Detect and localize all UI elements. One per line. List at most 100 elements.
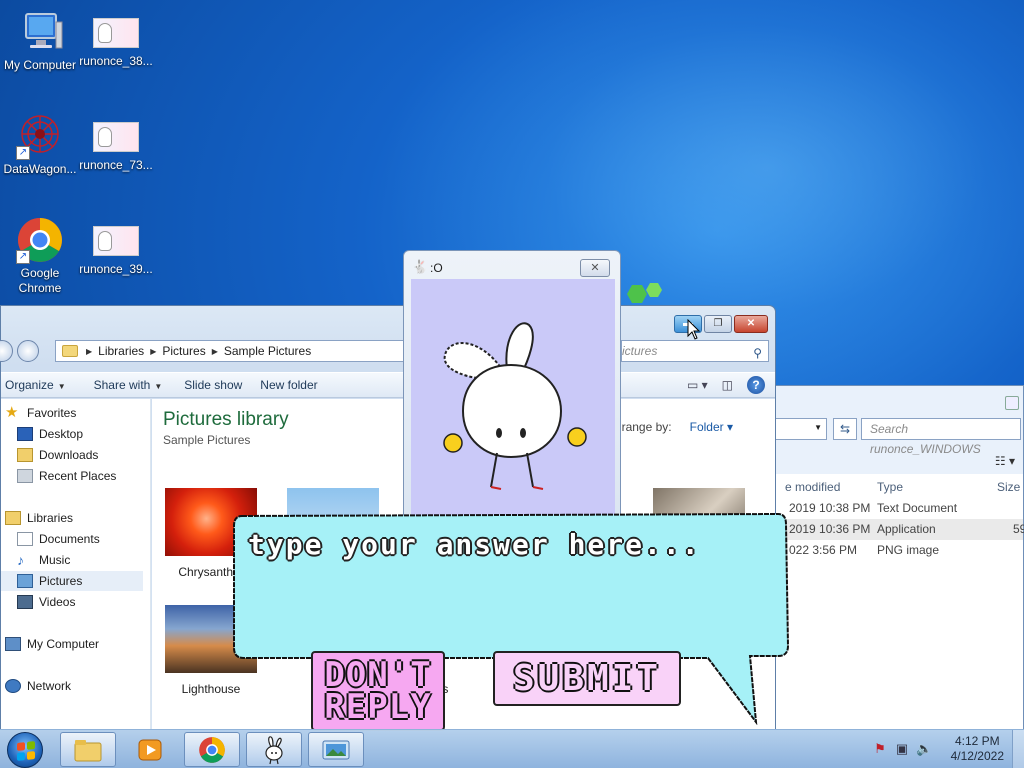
nav-label: Libraries xyxy=(27,511,74,525)
network-status-icon[interactable]: ▣ xyxy=(894,741,910,757)
library-subtitle: Sample Pictures xyxy=(163,433,251,447)
search-icon[interactable]: ⚲ xyxy=(753,343,762,363)
image-file-icon xyxy=(93,122,139,152)
desktop-icon-label: DataWagon... xyxy=(3,162,77,176)
column-header-size[interactable]: Size xyxy=(997,480,1020,494)
breadcrumb-libraries[interactable]: Libraries xyxy=(98,344,144,358)
refresh-icon[interactable]: ⇆ xyxy=(833,418,857,440)
dont-reply-button[interactable]: DON'T REPLY xyxy=(311,651,445,731)
cell-modified: 022 3:56 PM xyxy=(789,543,858,557)
breadcrumb-pictures[interactable]: Pictures xyxy=(162,344,205,358)
maximize-button[interactable]: ❐ xyxy=(704,315,732,333)
file-list: e modified Type Size 2019 10:38 PM Text … xyxy=(771,474,1024,729)
organize-label: Organize xyxy=(5,378,54,392)
bunny-app-window[interactable]: 🐇 :O ✕ xyxy=(403,250,621,530)
search-input[interactable]: Search runonce_WINDOWS xyxy=(861,418,1021,456)
desktop-icon-chrome[interactable]: ↗ Google Chrome xyxy=(0,216,80,296)
nav-label: Documents xyxy=(39,532,100,546)
documents-icon xyxy=(17,532,33,546)
clock[interactable]: 4:12 PM 4/12/2022 xyxy=(951,734,1004,764)
bunny-canvas xyxy=(411,279,615,529)
organize-button[interactable]: Organize ▼ xyxy=(1,378,80,392)
table-row[interactable]: 2019 10:36 PM Application 59 xyxy=(771,519,1024,540)
share-with-button[interactable]: Share with ▼ xyxy=(80,378,177,392)
folder-icon xyxy=(74,739,102,761)
breadcrumb-sample-pictures[interactable]: Sample Pictures xyxy=(224,344,311,358)
desktop-icon-runonce-39[interactable]: runonce_39... xyxy=(76,216,156,277)
mouse-cursor-icon xyxy=(687,319,701,340)
action-center-icon[interactable]: ⚑ xyxy=(872,741,888,757)
table-row[interactable]: 022 3:56 PM PNG image xyxy=(771,540,1023,561)
bunny-app-icon: 🐇 xyxy=(412,259,429,274)
taskbar-media-player-button[interactable] xyxy=(122,732,178,767)
help-icon[interactable]: ? xyxy=(747,376,765,394)
downloads-folder-icon xyxy=(17,448,33,462)
clock-time: 4:12 PM xyxy=(954,734,1000,748)
explorer-window-runonce[interactable]: ▼ ⇆ Search runonce_WINDOWS ☷ ▾ e modifie… xyxy=(770,385,1024,730)
change-view-icon[interactable]: ▭ ▾ xyxy=(687,378,708,392)
close-button[interactable]: ✕ xyxy=(734,315,768,333)
new-folder-button[interactable]: New folder xyxy=(256,378,331,392)
restore-icon[interactable] xyxy=(1005,396,1019,410)
recent-places-icon xyxy=(17,469,33,483)
volume-icon[interactable]: 🔈 xyxy=(916,741,932,757)
cell-modified: 2019 10:36 PM xyxy=(789,522,871,536)
desktop-icon-runonce-73[interactable]: runonce_73... xyxy=(76,112,156,173)
arrange-by-dropdown[interactable]: Folder ▾ xyxy=(690,420,733,434)
table-row[interactable]: 2019 10:38 PM Text Document xyxy=(771,498,1023,519)
start-button[interactable] xyxy=(7,732,43,768)
nav-videos[interactable]: Videos xyxy=(17,592,75,612)
preview-pane-icon[interactable]: ◫ xyxy=(722,378,733,392)
nav-label: Downloads xyxy=(39,448,99,462)
datawagon-icon: ↗ xyxy=(16,112,64,160)
taskbar-explorer-button[interactable] xyxy=(60,732,116,767)
desktop-icon-my-computer[interactable]: My Computer xyxy=(0,8,80,73)
chevron-down-icon[interactable]: ▼ xyxy=(814,423,822,432)
nav-music[interactable]: ♪ Music xyxy=(17,550,70,570)
answer-input[interactable]: type your answer here... xyxy=(248,528,748,561)
arrange-value: Folder xyxy=(689,420,724,434)
nav-network[interactable]: Network xyxy=(5,676,71,696)
shortcut-arrow-icon: ↗ xyxy=(16,146,30,160)
nav-recent-places[interactable]: Recent Places xyxy=(17,466,116,486)
bunny-character-icon xyxy=(443,322,587,490)
taskbar-bunny-app-button[interactable] xyxy=(246,732,302,767)
slide-show-button[interactable]: Slide show xyxy=(176,378,256,392)
nav-favorites[interactable]: ★ Favorites xyxy=(5,403,76,423)
nav-documents[interactable]: Documents xyxy=(17,529,100,549)
desktop-icon-label: runonce_73... xyxy=(79,158,153,172)
desktop-icon-runonce-38[interactable]: runonce_38... xyxy=(76,8,156,69)
address-bar-fragment[interactable]: ▼ xyxy=(771,418,827,440)
desktop-icon-datawagon[interactable]: ↗ DataWagon... xyxy=(0,112,80,177)
nav-desktop[interactable]: Desktop xyxy=(17,424,83,444)
image-file-icon xyxy=(93,18,139,48)
column-header-type[interactable]: Type xyxy=(877,480,903,494)
column-header-modified[interactable]: e modified xyxy=(785,480,840,494)
chevron-down-icon: ▼ xyxy=(57,382,66,391)
taskbar-chrome-button[interactable] xyxy=(184,732,240,767)
nav-my-computer[interactable]: My Computer xyxy=(5,634,99,654)
back-button[interactable] xyxy=(0,340,13,362)
media-player-icon xyxy=(138,739,162,760)
view-options-icon[interactable]: ☷ ▾ xyxy=(995,454,1015,468)
bunny-icon xyxy=(265,735,283,764)
forward-button[interactable] xyxy=(17,340,39,362)
chevron-right-icon: ▶ xyxy=(211,346,218,356)
desktop-icon-label: runonce_39... xyxy=(79,262,153,276)
show-desktop-button[interactable] xyxy=(1012,730,1024,768)
taskbar-photo-viewer-button[interactable] xyxy=(308,732,364,767)
close-button[interactable]: ✕ xyxy=(580,259,610,277)
nav-pictures[interactable]: Pictures xyxy=(1,571,143,591)
page-title: Pictures library xyxy=(163,409,289,430)
search-input[interactable]: ictures ⚲ xyxy=(621,340,769,362)
shortcut-arrow-icon: ↗ xyxy=(16,250,30,264)
nav-label: Favorites xyxy=(27,406,77,420)
nav-label: Desktop xyxy=(39,427,84,441)
music-icon: ♪ xyxy=(17,552,24,568)
nav-libraries[interactable]: Libraries xyxy=(5,508,73,528)
nav-downloads[interactable]: Downloads xyxy=(17,445,98,465)
cell-size: 59 xyxy=(1013,522,1024,536)
desktop-icon-label: runonce_38... xyxy=(79,54,153,68)
nav-label: Recent Places xyxy=(39,469,117,483)
submit-button[interactable]: SUBMIT xyxy=(493,651,681,706)
